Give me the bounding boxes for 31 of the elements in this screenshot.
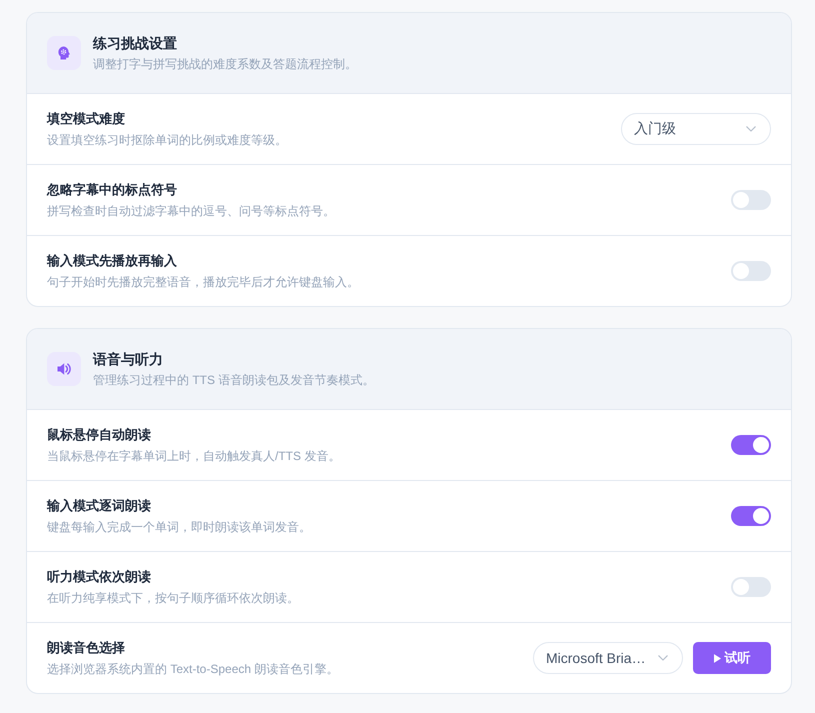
setting-label: 填空模式难度 xyxy=(47,110,126,128)
section-title: 练习挑战设置 xyxy=(93,34,178,53)
chevron-down-icon xyxy=(658,655,668,661)
setting-description: 在听力纯享模式下，按句子顺序循环依次朗读。 xyxy=(47,590,299,607)
setting-label: 输入模式逐词朗读 xyxy=(47,497,152,515)
dropdown[interactable]: Microsoft Bria… xyxy=(533,642,683,674)
speaker-icon xyxy=(47,352,81,386)
section-description: 管理练习过程中的 TTS 语音朗读包及发音节奏模式。 xyxy=(93,372,374,389)
setting-description: 拼写检查时自动过滤字幕中的逗号、问号等标点符号。 xyxy=(47,203,335,220)
section-description: 调整打字与拼写挑战的难度系数及答题流程控制。 xyxy=(93,56,357,73)
preview-button[interactable]: 试听 xyxy=(693,642,771,674)
setting-description: 选择浏览器系统内置的 Text-to-Speech 朗读音色引擎。 xyxy=(47,661,338,678)
setting-description: 当鼠标悬停在字幕单词上时，自动触发真人/TTS 发音。 xyxy=(47,448,340,465)
dropdown[interactable]: 入门级 xyxy=(621,113,771,145)
setting-label: 听力模式依次朗读 xyxy=(47,568,152,586)
setting-description: 设置填空练习时抠除单词的比例或难度等级。 xyxy=(47,132,287,149)
toggle-switch[interactable] xyxy=(731,506,771,526)
setting-label: 鼠标悬停自动朗读 xyxy=(47,426,152,444)
play-icon xyxy=(714,654,720,662)
toggle-switch[interactable] xyxy=(731,577,771,597)
setting-label: 输入模式先播放再输入 xyxy=(47,252,178,270)
setting-description: 键盘每输入完成一个单词，即时朗读该单词发音。 xyxy=(47,519,311,536)
toggle-switch[interactable] xyxy=(731,435,771,455)
section-title: 语音与听力 xyxy=(93,350,164,369)
toggle-switch[interactable] xyxy=(731,261,771,281)
setting-label: 朗读音色选择 xyxy=(47,639,126,657)
setting-description: 句子开始时先播放完整语音，播放完毕后才允许键盘输入。 xyxy=(47,274,359,291)
toggle-switch[interactable] xyxy=(731,190,771,210)
head-gear-icon xyxy=(47,36,81,70)
setting-label: 忽略字幕中的标点符号 xyxy=(47,181,178,199)
chevron-down-icon xyxy=(746,126,756,132)
